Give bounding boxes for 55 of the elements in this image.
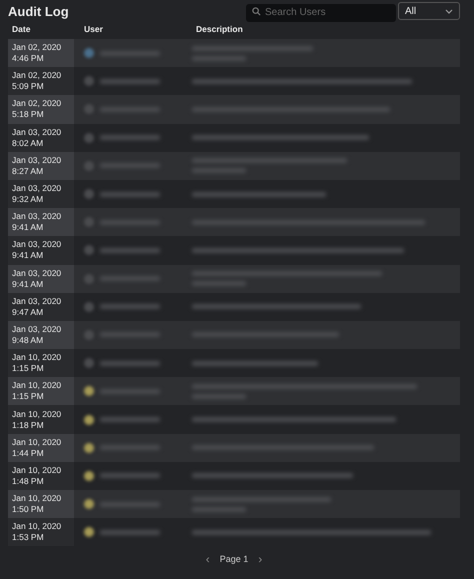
table-row[interactable]: Jan 10, 2020 1:48 PM <box>8 462 460 490</box>
date-cell: Jan 10, 2020 1:18 PM <box>8 405 74 434</box>
column-header: Description <box>196 24 243 34</box>
table-row[interactable]: Jan 03, 2020 9:32 AM <box>8 180 460 208</box>
page-label: Page 1 <box>220 554 248 564</box>
table-row[interactable]: Jan 10, 2020 1:44 PM <box>8 434 460 462</box>
blurred-text <box>100 192 160 197</box>
date-cell: Jan 10, 2020 1:44 PM <box>8 434 74 462</box>
date-cell: Jan 03, 2020 9:48 AM <box>8 320 74 350</box>
date-cell: Jan 02, 2020 5:18 PM <box>8 95 74 124</box>
search-field[interactable]: Search Users <box>246 4 396 22</box>
table-row[interactable]: Jan 03, 2020 8:27 AM <box>8 152 460 180</box>
blurred-text <box>100 473 160 478</box>
date-cell: Jan 10, 2020 1:15 PM <box>8 377 74 406</box>
previous-page-button[interactable]: ‹ <box>206 552 210 566</box>
table-row[interactable]: Jan 02, 2020 5:09 PM <box>8 67 460 96</box>
next-page-button[interactable]: › <box>258 552 262 566</box>
table-row[interactable]: Jan 03, 2020 8:02 AM <box>8 124 460 152</box>
date-cell: Jan 03, 2020 9:41 AM <box>8 264 74 293</box>
blurred-text <box>100 78 160 84</box>
table-row[interactable]: Jan 02, 2020 4:46 PM <box>8 39 460 68</box>
date-cell: Jan 10, 2020 1:50 PM <box>8 490 74 518</box>
date-cell: Jan 10, 2020 1:15 PM <box>8 349 74 378</box>
blurred-text <box>100 530 160 535</box>
column-header: User <box>84 24 104 34</box>
blurred-text <box>100 360 160 366</box>
filter-dropdown[interactable]: All <box>398 2 460 20</box>
date-cell: Jan 02, 2020 5:09 PM <box>8 67 74 96</box>
date-cell: Jan 03, 2020 9:32 AM <box>8 180 74 208</box>
date-cell: Jan 03, 2020 9:41 AM <box>8 236 74 264</box>
date-cell: Jan 02, 2020 4:46 PM <box>8 39 74 68</box>
table-row[interactable]: Jan 02, 2020 5:18 PM <box>8 95 460 124</box>
table-row[interactable]: Jan 03, 2020 9:47 AM <box>8 292 460 321</box>
chevron-down-icon <box>445 8 453 14</box>
table-row[interactable]: Jan 10, 2020 1:53 PM <box>8 518 460 546</box>
table-row[interactable]: Jan 03, 2020 9:41 AM <box>8 264 460 293</box>
blurred-text <box>100 304 160 310</box>
blurred-text <box>100 248 160 253</box>
table-row[interactable]: Jan 03, 2020 9:41 AM <box>8 208 460 236</box>
date-cell: Jan 03, 2020 8:02 AM <box>8 124 74 152</box>
table-row[interactable]: Jan 03, 2020 9:48 AM <box>8 320 460 350</box>
table-row[interactable]: Jan 03, 2020 9:41 AM <box>8 236 460 264</box>
date-cell: Jan 03, 2020 8:27 AM <box>8 152 74 180</box>
date-cell: Jan 03, 2020 9:41 AM <box>8 208 74 236</box>
table-row[interactable]: Jan 10, 2020 1:15 PM <box>8 377 460 406</box>
date-cell: Jan 10, 2020 1:48 PM <box>8 462 74 490</box>
table-row[interactable]: Jan 10, 2020 1:15 PM <box>8 349 460 378</box>
date-cell: Jan 03, 2020 9:47 AM <box>8 292 74 321</box>
blurred-text <box>100 417 160 422</box>
table-row[interactable]: Jan 10, 2020 1:18 PM <box>8 405 460 434</box>
page-title: Audit Log <box>8 4 70 18</box>
date-cell: Jan 10, 2020 1:53 PM <box>8 518 74 546</box>
blurred-text <box>100 135 160 140</box>
table-row[interactable]: Jan 10, 2020 1:50 PM <box>8 490 460 518</box>
column-header: Date <box>11 24 32 34</box>
